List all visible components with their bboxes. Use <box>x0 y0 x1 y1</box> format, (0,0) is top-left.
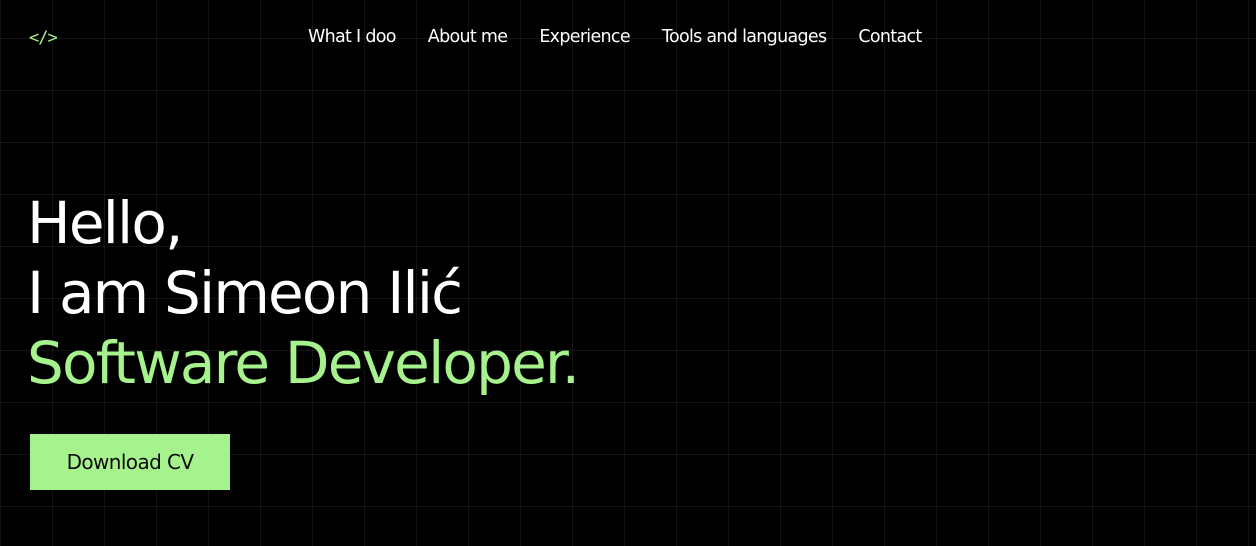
hero-role: Software Developer. <box>27 329 580 397</box>
nav-item-experience: Experience <box>539 24 630 50</box>
nav-link-what-i-do[interactable]: What I doo <box>308 27 396 47</box>
hero-heading: Hello, I am Simeon Ilić Software Develop… <box>27 188 580 398</box>
nav-item-what-i-do: What I doo <box>308 24 396 50</box>
nav-link-contact[interactable]: Contact <box>858 27 922 47</box>
main-nav: What I doo About me Experience Tools and… <box>308 24 922 50</box>
nav-item-tools-and-languages: Tools and languages <box>662 24 827 50</box>
nav-item-contact: Contact <box>858 24 922 50</box>
hero-name: I am Simeon Ilić <box>27 259 463 327</box>
code-logo-icon[interactable]: </> <box>29 25 58 51</box>
nav-link-experience[interactable]: Experience <box>539 27 630 47</box>
nav-item-about-me: About me <box>428 24 508 50</box>
download-cv-button[interactable]: Download CV <box>30 434 230 490</box>
nav-link-about-me[interactable]: About me <box>428 27 508 47</box>
nav-link-tools-and-languages[interactable]: Tools and languages <box>662 27 827 47</box>
hero-greeting: Hello, <box>27 189 183 257</box>
